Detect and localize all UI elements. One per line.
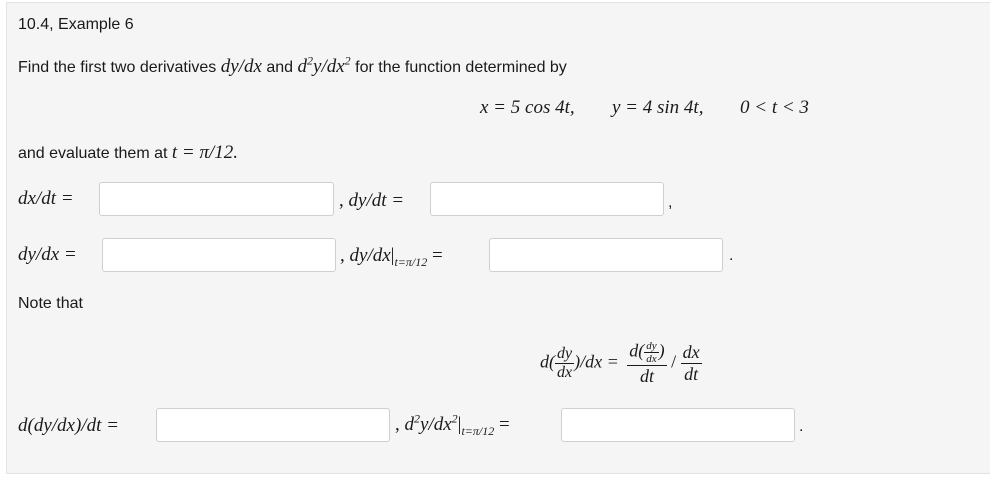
- label-dxdt: dx/dt =: [18, 188, 74, 209]
- label-ddydx-dt: d(dy/dx)/dt =: [18, 415, 119, 436]
- label-dydt: dy/dt =: [348, 190, 405, 211]
- label-d2ydx2-at: , d2y/dx2|t=π/12 =: [395, 411, 510, 438]
- dydx-input[interactable]: [102, 238, 336, 272]
- comma-1: , dy/dt =: [339, 190, 405, 211]
- derivative-formula: d(dy dx)/dx = d(dy dx) dt / dx dt: [540, 340, 702, 386]
- problem-title: 10.4, Example 6: [18, 16, 134, 33]
- dxdt-input[interactable]: [99, 182, 334, 216]
- equation-y: y = 4 sin 4t,: [612, 97, 704, 118]
- comma-2: ,: [668, 194, 673, 211]
- evaluate-text: and evaluate them at t = π/12.: [18, 142, 239, 163]
- label-dydx-at: , dy/dx|t=π/12 =: [340, 245, 443, 269]
- equation-x: x = 5 cos 4t,: [480, 97, 575, 118]
- dydx-at-input[interactable]: [489, 238, 723, 272]
- period-1: .: [729, 247, 734, 264]
- intro-text: Find the first two derivatives dy/dx and…: [18, 53, 567, 77]
- dydt-input[interactable]: [430, 182, 664, 216]
- d2ydx2-at-input[interactable]: [561, 408, 795, 442]
- ddydx-dt-input[interactable]: [156, 408, 390, 442]
- note-text: Note that: [18, 295, 83, 312]
- equation-domain: 0 < t < 3: [740, 97, 809, 118]
- evaluate-point: t = π/12.: [171, 142, 239, 163]
- label-dydx: dy/dx =: [18, 244, 77, 265]
- period-2: .: [799, 418, 804, 435]
